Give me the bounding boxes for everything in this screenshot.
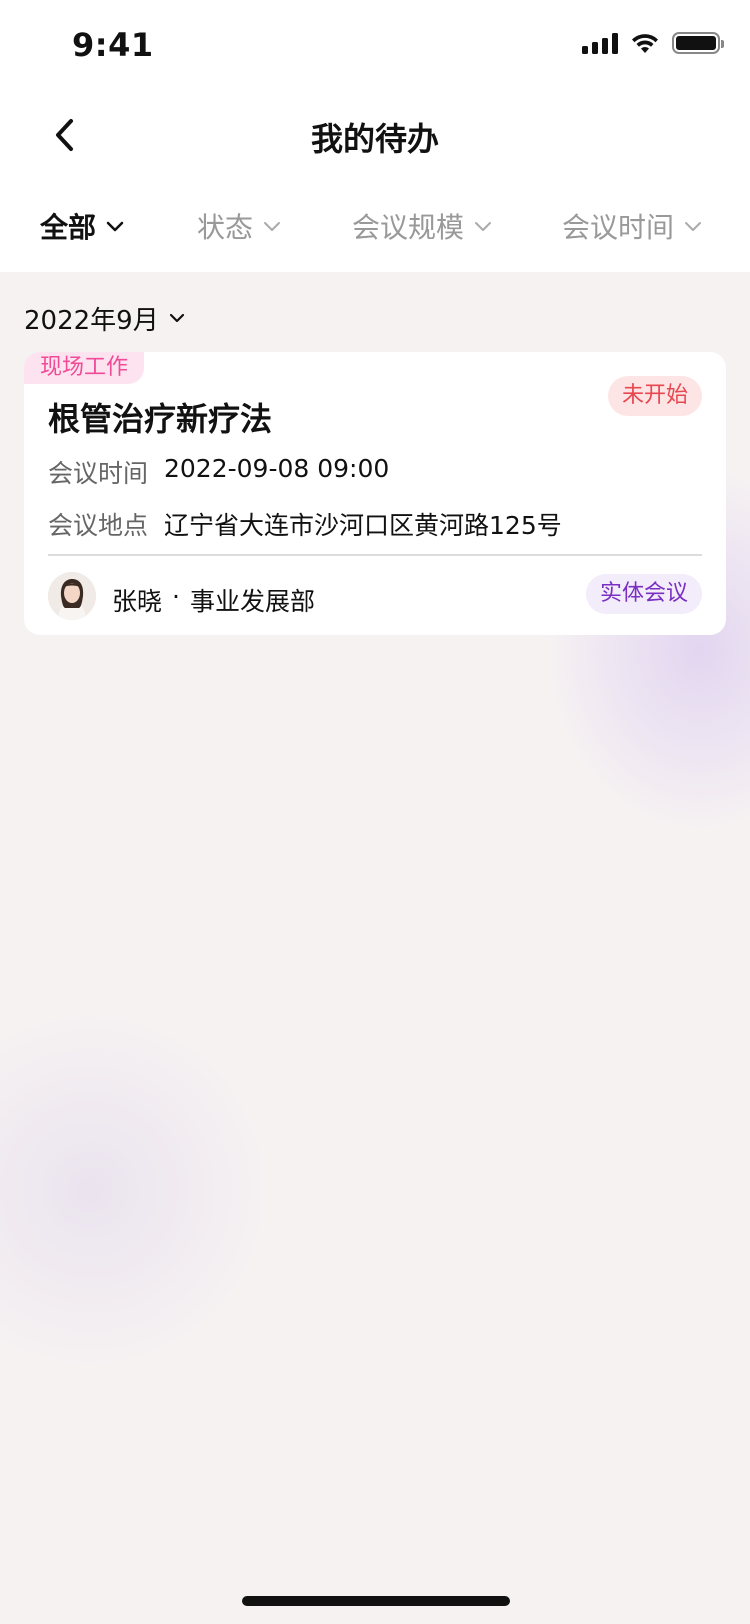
chevron-down-icon xyxy=(106,221,124,232)
meeting-type-badge: 实体会议 xyxy=(585,574,702,614)
row-label: 会议时间 xyxy=(48,459,149,488)
filter-label: 会议规模 xyxy=(352,211,465,244)
card-title: 根管治疗新疗法 xyxy=(48,400,273,438)
filter-status[interactable]: 状态 xyxy=(197,206,281,246)
status-time: 9:41 xyxy=(72,26,154,64)
row-value: 辽宁省大连市沙河口区黄河路125号 xyxy=(164,511,562,540)
chevron-down-icon xyxy=(475,222,492,231)
chevron-down-icon xyxy=(685,222,702,231)
person-separator: · xyxy=(172,582,180,611)
work-type-tag: 现场工作 xyxy=(24,352,145,384)
page-background: 9:41 我的待办 全部 状态 会议规模 会议时间 2022年9月 现场工作 未… xyxy=(0,0,750,1624)
avatar xyxy=(48,572,96,620)
month-label: 2022年9月 xyxy=(24,306,159,336)
filter-label: 全部 xyxy=(40,211,97,244)
filter-bar: 全部 状态 会议规模 会议时间 xyxy=(0,180,750,272)
status-badge: 未开始 xyxy=(607,376,702,416)
person-info: 张晓 · 事业发展部 xyxy=(112,582,315,618)
wifi-icon xyxy=(632,34,658,53)
battery-icon xyxy=(672,32,724,54)
chevron-down-icon xyxy=(169,313,184,323)
meeting-time-row: 会议时间 2022-09-08 09:00 xyxy=(48,454,389,490)
nav-bar: 我的待办 xyxy=(0,92,750,180)
home-indicator xyxy=(242,1596,510,1606)
row-label: 会议地点 xyxy=(48,511,149,540)
chevron-down-icon xyxy=(264,222,281,231)
filter-label: 状态 xyxy=(197,211,254,244)
filter-all[interactable]: 全部 xyxy=(40,206,124,246)
row-value: 2022-09-08 09:00 xyxy=(164,454,390,483)
divider xyxy=(48,554,702,556)
status-icons xyxy=(582,32,724,54)
filter-meeting-time[interactable]: 会议时间 xyxy=(562,206,702,246)
filter-meeting-scale[interactable]: 会议规模 xyxy=(352,206,492,246)
meeting-location-row: 会议地点 辽宁省大连市沙河口区黄河路125号 xyxy=(48,506,562,542)
person-department: 事业发展部 xyxy=(189,587,315,616)
status-bar: 9:41 xyxy=(0,0,750,92)
month-selector[interactable]: 2022年9月 xyxy=(24,300,185,337)
filter-label: 会议时间 xyxy=(562,211,675,244)
person-name: 张晓 xyxy=(112,587,163,616)
page-title: 我的待办 xyxy=(310,120,439,158)
cellular-signal-icon xyxy=(582,32,618,54)
task-card[interactable]: 现场工作 未开始 根管治疗新疗法 会议时间 2022-09-08 09:00 会… xyxy=(24,352,726,635)
